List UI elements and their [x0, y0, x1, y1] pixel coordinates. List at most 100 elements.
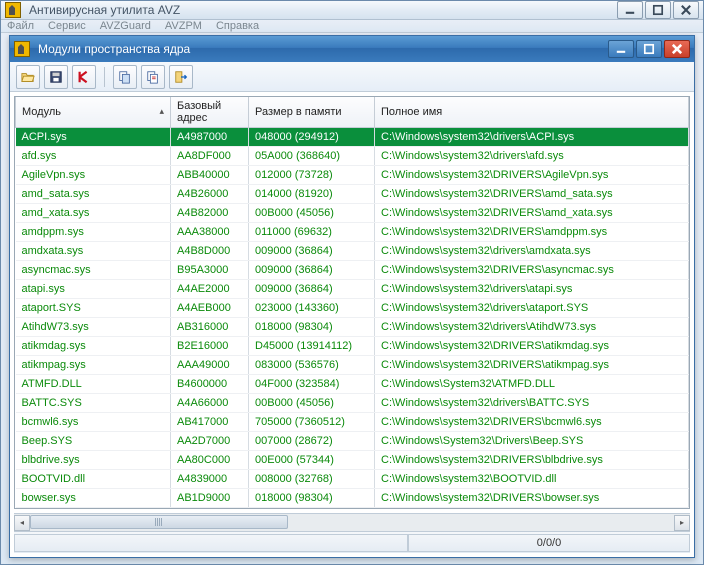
scroll-right-arrow[interactable]: ▸	[674, 515, 690, 531]
cell-size: 011000 (69632)	[249, 223, 375, 242]
cell-base: A4B82000	[171, 204, 249, 223]
cell-full: C:\Windows\system32\DRIVERS\blbdrive.sys	[375, 451, 689, 470]
table-row[interactable]: bcmwl6.sysAB417000705000 (7360512)C:\Win…	[16, 413, 689, 432]
table-row[interactable]: blbdrive.sysAA80C00000E000 (57344)C:\Win…	[16, 451, 689, 470]
scroll-left-arrow[interactable]: ◂	[14, 515, 30, 531]
menu-help[interactable]: Справка	[216, 20, 259, 32]
scroll-track[interactable]	[30, 515, 674, 531]
table-row[interactable]: amdppm.sysAAA38000011000 (69632)C:\Windo…	[16, 223, 689, 242]
minimize-button[interactable]	[617, 1, 643, 19]
table-row[interactable]: ATMFD.DLLB460000004F000 (323584)C:\Windo…	[16, 375, 689, 394]
cell-size: 00B000 (45056)	[249, 394, 375, 413]
table-row[interactable]: ataport.SYSA4AEB000023000 (143360)C:\Win…	[16, 299, 689, 318]
cell-full: C:\Windows\system32\drivers\ACPI.sys	[375, 128, 689, 147]
table-row[interactable]: BOOTVID.dllA4839000008000 (32768)C:\Wind…	[16, 470, 689, 489]
cell-size: 023000 (143360)	[249, 299, 375, 318]
inner-maximize-button[interactable]	[636, 40, 662, 58]
outer-titlebar[interactable]: Антивирусная утилита AVZ	[1, 1, 703, 20]
col-header-module[interactable]: Модуль	[16, 97, 171, 128]
copy-selected-icon	[146, 70, 160, 84]
cell-module: amdxata.sys	[16, 242, 171, 261]
table-row[interactable]: bowser.sysAB1D9000018000 (98304)C:\Windo…	[16, 489, 689, 508]
cell-full: C:\Windows\system32\DRIVERS\amd_sata.sys	[375, 185, 689, 204]
cell-module: Beep.SYS	[16, 432, 171, 451]
cell-module: blbdrive.sys	[16, 451, 171, 470]
cell-module: ACPI.sys	[16, 128, 171, 147]
cell-size: 048000 (294912)	[249, 128, 375, 147]
cell-module: afd.sys	[16, 147, 171, 166]
open-file-button[interactable]	[16, 65, 40, 89]
table-row[interactable]: atikmdag.sysB2E16000D45000 (13914112)C:\…	[16, 337, 689, 356]
outer-window-controls	[617, 1, 699, 19]
cell-base: AAA38000	[171, 223, 249, 242]
menu-avzpm[interactable]: AVZPM	[165, 20, 202, 32]
cell-size: 009000 (36864)	[249, 242, 375, 261]
cell-base: A4B26000	[171, 185, 249, 204]
cell-size: 018000 (98304)	[249, 318, 375, 337]
cell-full: C:\Windows\system32\DRIVERS\amd_xata.sys	[375, 204, 689, 223]
cell-base: B4600000	[171, 375, 249, 394]
table-row[interactable]: afd.sysAA8DF00005A000 (368640)C:\Windows…	[16, 147, 689, 166]
table-row[interactable]: BATTC.SYSA4A6600000B000 (45056)C:\Window…	[16, 394, 689, 413]
status-right: 0/0/0	[408, 534, 690, 552]
close-button[interactable]	[673, 1, 699, 19]
menu-bar: Файл Сервис AVZGuard AVZPM Справка	[1, 20, 703, 33]
cell-base: A4839000	[171, 470, 249, 489]
copy-all-button[interactable]	[113, 65, 137, 89]
kaspersky-check-button[interactable]	[72, 65, 96, 89]
menu-avzguard[interactable]: AVZGuard	[100, 20, 151, 32]
cell-module: BATTC.SYS	[16, 394, 171, 413]
cell-base: A4987000	[171, 128, 249, 147]
main-window: Антивирусная утилита AVZ Файл Сервис AVZ…	[0, 0, 704, 565]
table-row[interactable]: amd_sata.sysA4B26000014000 (81920)C:\Win…	[16, 185, 689, 204]
cell-size: 009000 (36864)	[249, 261, 375, 280]
save-button[interactable]	[44, 65, 68, 89]
kaspersky-icon	[77, 70, 91, 84]
inner-close-button[interactable]	[664, 40, 690, 58]
cell-full: C:\Windows\system32\DRIVERS\atikmdag.sys	[375, 337, 689, 356]
inner-minimize-button[interactable]	[608, 40, 634, 58]
table-row[interactable]: Beep.SYSAA2D7000007000 (28672)C:\Windows…	[16, 432, 689, 451]
copy-selected-button[interactable]	[141, 65, 165, 89]
table-row[interactable]: AgileVpn.sysABB40000012000 (73728)C:\Win…	[16, 166, 689, 185]
scroll-thumb[interactable]	[30, 515, 288, 529]
cell-full: C:\Windows\System32\Drivers\Beep.SYS	[375, 432, 689, 451]
menu-file[interactable]: Файл	[7, 20, 34, 32]
cell-full: C:\Windows\system32\DRIVERS\asyncmac.sys	[375, 261, 689, 280]
horizontal-scrollbar[interactable]: ◂ ▸	[14, 513, 690, 531]
table-row[interactable]: atapi.sysA4AE2000009000 (36864)C:\Window…	[16, 280, 689, 299]
cell-full: C:\Windows\system32\drivers\amdxata.sys	[375, 242, 689, 261]
maximize-button[interactable]	[645, 1, 671, 19]
table-row[interactable]: asyncmac.sysB95A3000009000 (36864)C:\Win…	[16, 261, 689, 280]
exit-button[interactable]	[169, 65, 193, 89]
toolbar-separator	[104, 67, 105, 87]
modules-table-container[interactable]: Модуль Базовый адрес Размер в памяти Пол…	[14, 96, 690, 509]
table-row[interactable]: atikmpag.sysAAA49000083000 (536576)C:\Wi…	[16, 356, 689, 375]
cell-base: B95A3000	[171, 261, 249, 280]
col-header-base[interactable]: Базовый адрес	[171, 97, 249, 128]
inner-app-icon	[14, 41, 30, 57]
col-header-full[interactable]: Полное имя	[375, 97, 689, 128]
folder-open-icon	[21, 70, 35, 84]
cell-base: AAA49000	[171, 356, 249, 375]
menu-service[interactable]: Сервис	[48, 20, 86, 32]
cell-full: C:\Windows\System32\ATMFD.DLL	[375, 375, 689, 394]
cell-full: C:\Windows\system32\drivers\AtihdW73.sys	[375, 318, 689, 337]
col-header-size[interactable]: Размер в памяти	[249, 97, 375, 128]
cell-size: 007000 (28672)	[249, 432, 375, 451]
cell-base: A4A66000	[171, 394, 249, 413]
cell-size: 04F000 (323584)	[249, 375, 375, 394]
table-row[interactable]: amd_xata.sysA4B8200000B000 (45056)C:\Win…	[16, 204, 689, 223]
app-icon	[5, 2, 21, 18]
cell-size: 009000 (36864)	[249, 280, 375, 299]
cell-module: AtihdW73.sys	[16, 318, 171, 337]
table-row[interactable]: ACPI.sysA4987000048000 (294912)C:\Window…	[16, 128, 689, 147]
exit-icon	[174, 70, 188, 84]
cell-size: 018000 (98304)	[249, 489, 375, 508]
cell-module: ataport.SYS	[16, 299, 171, 318]
table-row[interactable]: amdxata.sysA4B8D000009000 (36864)C:\Wind…	[16, 242, 689, 261]
inner-titlebar[interactable]: Модули пространства ядра	[10, 36, 694, 62]
cell-module: atikmdag.sys	[16, 337, 171, 356]
table-row[interactable]: AtihdW73.sysAB316000018000 (98304)C:\Win…	[16, 318, 689, 337]
status-bar: 0/0/0	[14, 531, 690, 553]
